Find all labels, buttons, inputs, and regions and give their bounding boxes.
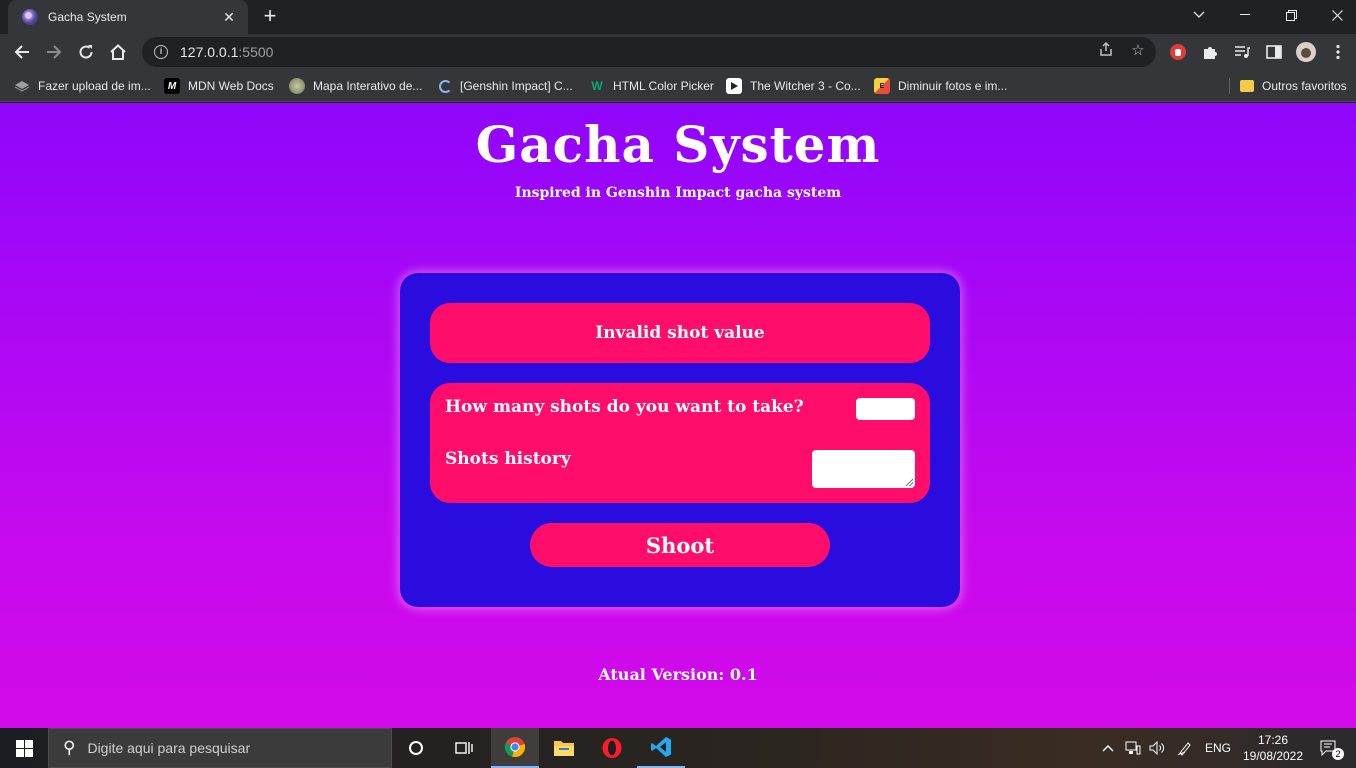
genshin-favicon-icon xyxy=(22,9,38,25)
bookmark-item[interactable]: E Diminuir fotos e im... xyxy=(874,77,1007,95)
windows-start-button[interactable] xyxy=(0,728,48,768)
volume-icon[interactable] xyxy=(1146,728,1168,768)
bookmark-item[interactable]: Mapa Interativo de... xyxy=(289,77,422,95)
site-info-icon[interactable]: i xyxy=(154,45,168,59)
status-message: Invalid shot value xyxy=(430,303,930,363)
windows-logo-icon xyxy=(15,739,33,757)
browser-tab[interactable]: Gacha System ✕ xyxy=(8,0,248,34)
w3schools-logo-icon: W xyxy=(591,79,603,93)
map-globe-icon xyxy=(289,78,305,94)
bookmark-star-icon[interactable]: ☆ xyxy=(1128,41,1148,61)
bookmark-item[interactable]: Fazer upload de im... xyxy=(14,77,151,95)
vscode-icon[interactable] xyxy=(637,728,685,768)
system-clock[interactable]: 17:26 19/08/2022 xyxy=(1240,732,1306,764)
tab-search-icon[interactable] xyxy=(1176,0,1222,30)
media-playlist-icon[interactable] xyxy=(1232,42,1252,62)
shots-input[interactable] xyxy=(856,398,915,420)
side-panel-icon[interactable] xyxy=(1264,42,1284,62)
windows-taskbar: ⚲ Digite aqui para pesquisar ENG 17:26 1… xyxy=(0,728,1356,768)
task-view-icon[interactable] xyxy=(440,728,488,768)
browser-toolbar: i 127.0.0.1:5500 ☆ xyxy=(0,34,1356,70)
bookmark-item[interactable]: [Genshin Impact] C... xyxy=(439,77,573,95)
bookmarks-bar: Fazer upload de im... M MDN Web Docs Map… xyxy=(0,70,1356,102)
new-tab-button[interactable]: + xyxy=(258,5,282,29)
gacha-card: Invalid shot value How many shots do you… xyxy=(400,273,960,607)
opera-browser-icon[interactable] xyxy=(588,728,636,768)
bookmark-item[interactable]: The Witcher 3 - Co... xyxy=(726,77,861,95)
cortana-icon[interactable] xyxy=(392,728,440,768)
easy-logo-icon: E xyxy=(874,78,890,94)
restore-button[interactable] xyxy=(1268,0,1314,30)
file-explorer-icon[interactable] xyxy=(540,728,588,768)
shoot-button[interactable]: Shoot xyxy=(530,523,830,567)
bookmark-item[interactable]: M MDN Web Docs xyxy=(164,77,274,95)
chrome-taskbar-icon[interactable] xyxy=(491,728,539,768)
resize-grip-icon[interactable] xyxy=(906,479,913,486)
tray-overflow-icon[interactable] xyxy=(1098,728,1118,768)
taskbar-search[interactable]: ⚲ Digite aqui para pesquisar xyxy=(48,728,392,768)
pen-workspace-icon[interactable] xyxy=(1174,728,1196,768)
tab-strip: Gacha System ✕ + xyxy=(0,0,1356,34)
history-label: Shots history xyxy=(445,449,571,469)
tab-close-icon[interactable]: ✕ xyxy=(220,9,238,26)
page-subtitle: Inspired in Genshin Impact gacha system xyxy=(514,185,842,201)
loading-ring-icon xyxy=(439,79,452,93)
other-bookmarks-folder[interactable]: Outros favoritos xyxy=(1240,77,1347,95)
share-icon[interactable] xyxy=(1096,41,1116,61)
bookmark-item[interactable]: W HTML Color Picker xyxy=(589,77,714,95)
clock-time: 17:26 xyxy=(1257,733,1289,747)
language-indicator[interactable]: ENG xyxy=(1202,728,1234,768)
address-bar[interactable]: i 127.0.0.1:5500 xyxy=(142,37,1156,67)
tab-title: Gacha System xyxy=(48,10,127,24)
search-placeholder: Digite aqui para pesquisar xyxy=(87,740,251,756)
notification-count: 2 xyxy=(1332,748,1344,760)
reload-icon[interactable] xyxy=(72,38,100,66)
shots-label: How many shots do you want to take? xyxy=(445,397,804,417)
profile-avatar[interactable] xyxy=(1296,42,1316,62)
play-box-icon xyxy=(726,78,742,94)
browser-menu-icon[interactable] xyxy=(1328,42,1348,62)
close-window-button[interactable] xyxy=(1314,0,1356,30)
back-arrow-icon[interactable] xyxy=(8,38,36,66)
page-title: Gacha System xyxy=(475,115,881,174)
extensions-puzzle-icon[interactable] xyxy=(1200,42,1220,62)
shots-history-textarea[interactable] xyxy=(812,450,915,488)
url-text: 127.0.0.1:5500 xyxy=(180,44,274,60)
forward-arrow-icon[interactable] xyxy=(40,38,68,66)
bookmarks-divider xyxy=(1229,78,1230,94)
home-icon[interactable] xyxy=(104,38,132,66)
page-viewport: Gacha System Inspired in Genshin Impact … xyxy=(0,103,1356,728)
network-icon[interactable] xyxy=(1122,728,1144,768)
clock-date: 19/08/2022 xyxy=(1242,749,1304,763)
minimize-button[interactable] xyxy=(1222,0,1268,30)
adblock-extension-icon[interactable] xyxy=(1168,42,1188,62)
mdn-logo-icon: M xyxy=(164,78,180,94)
folder-icon xyxy=(1240,80,1254,92)
search-icon: ⚲ xyxy=(63,738,76,757)
gacha-form: How many shots do you want to take? Shot… xyxy=(430,383,930,503)
notifications-icon[interactable]: 2 xyxy=(1314,728,1344,768)
upload-cloud-icon xyxy=(14,78,30,94)
version-text: Atual Version: 0.1 xyxy=(598,665,758,684)
